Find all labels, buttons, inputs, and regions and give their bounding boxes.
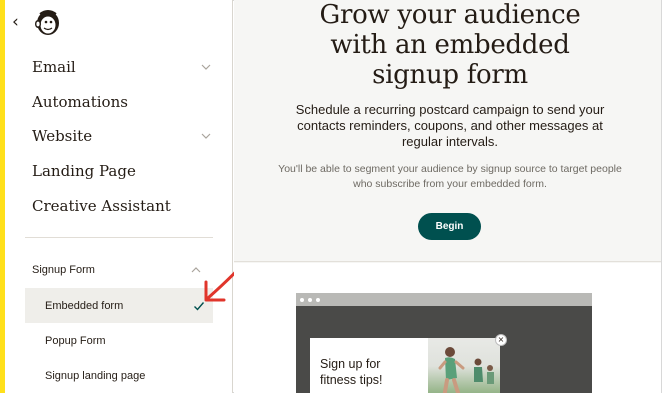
sub-item-label: Popup Form xyxy=(45,334,106,347)
nav-label: Automations xyxy=(32,93,128,111)
browser-mockup: Sign up for fitness tips! × xyxy=(296,293,592,393)
hero-section: Grow your audience with an embedded sign… xyxy=(234,0,661,262)
nav-label: Website xyxy=(32,127,93,145)
back-chevron-icon[interactable]: ‹ xyxy=(12,12,26,32)
sub-item-label: Signup landing page xyxy=(45,369,146,382)
section-label: Signup Form xyxy=(32,264,95,276)
nav-label: Email xyxy=(32,58,76,76)
signup-form-section-toggle[interactable]: Signup Form xyxy=(32,260,202,280)
sidebar: ‹ Email Automations Website Landing Page… xyxy=(0,0,233,393)
chevron-down-icon xyxy=(201,133,211,139)
nav-label: Creative Assistant xyxy=(32,197,171,215)
headline-line: signup form xyxy=(372,60,528,90)
mailchimp-logo-icon xyxy=(35,10,59,35)
window-dot-icon xyxy=(300,297,304,302)
nav-label: Landing Page xyxy=(32,162,136,180)
nav-item-landing-page[interactable]: Landing Page xyxy=(32,158,212,184)
checkmark-icon xyxy=(194,301,205,311)
nav-item-automations[interactable]: Automations xyxy=(32,89,212,115)
nav-item-email[interactable]: Email xyxy=(32,54,212,80)
page-title: Grow your audience with an embedded sign… xyxy=(254,0,646,90)
close-icon[interactable]: × xyxy=(495,334,507,346)
headline-line: with an embedded xyxy=(330,30,570,60)
popup-form-preview: Sign up for fitness tips! xyxy=(310,338,500,393)
window-dot-icon xyxy=(316,297,320,302)
chevron-up-icon xyxy=(191,267,201,273)
chevron-down-icon xyxy=(201,64,211,70)
nav-item-website[interactable]: Website xyxy=(32,123,212,149)
sub-item-popup-form[interactable]: Popup Form xyxy=(25,323,213,358)
headline-line: Grow your audience xyxy=(319,0,581,30)
sidebar-divider xyxy=(25,237,213,238)
form-preview-area: Sign up for fitness tips! × xyxy=(234,263,661,393)
fitness-photo xyxy=(428,338,500,393)
nav-item-creative-assistant[interactable]: Creative Assistant xyxy=(32,193,212,219)
sub-item-signup-landing-page[interactable]: Signup landing page xyxy=(25,358,213,393)
main-content: Grow your audience with an embedded sign… xyxy=(234,0,661,393)
runner-illustration-icon xyxy=(438,347,494,393)
sub-item-embedded-form[interactable]: Embedded form xyxy=(25,288,213,323)
browser-mockup-bar xyxy=(296,293,592,306)
helper-text: You'll be able to segment your audience … xyxy=(278,163,622,190)
sub-item-label: Embedded form xyxy=(45,299,124,312)
begin-button[interactable]: Begin xyxy=(418,213,481,240)
popup-text: Sign up for fitness tips! xyxy=(320,357,383,387)
description-text: Schedule a recurring postcard campaign t… xyxy=(295,102,605,149)
accent-strip xyxy=(0,0,5,393)
window-dot-icon xyxy=(308,297,312,302)
